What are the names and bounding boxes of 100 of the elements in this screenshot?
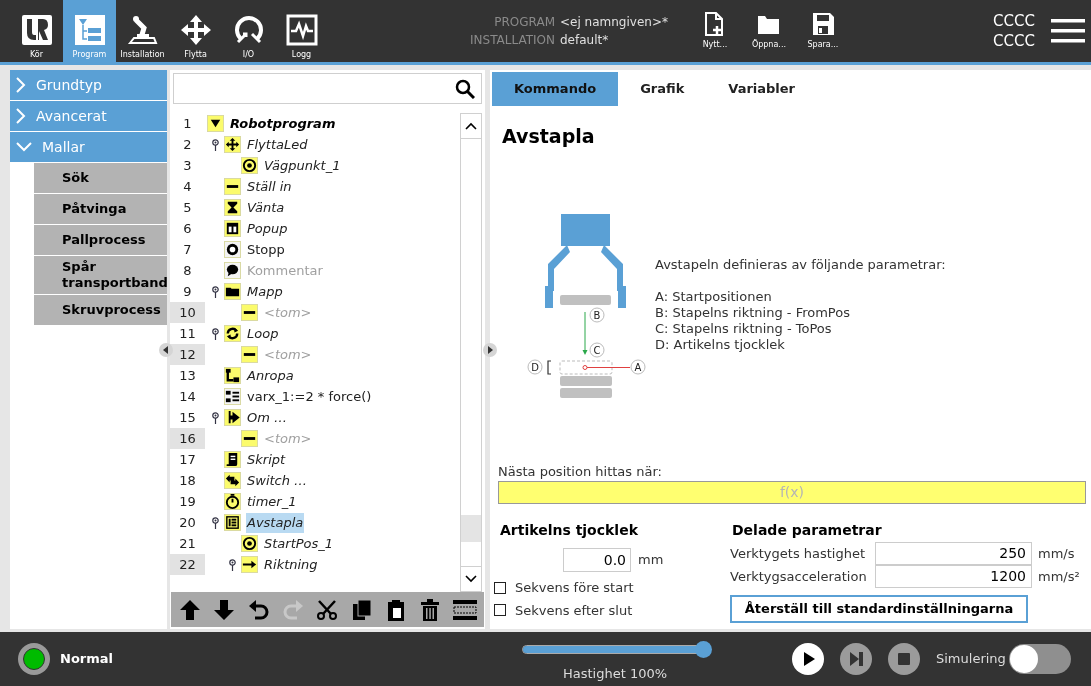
tree-node[interactable]: Loop xyxy=(246,323,280,344)
slider-thumb[interactable] xyxy=(695,640,712,658)
chevron-right-icon xyxy=(16,108,26,124)
line-number: 10 xyxy=(170,302,205,323)
simulation-label: Simulering xyxy=(936,650,1006,669)
tree-node[interactable]: Ställ in xyxy=(246,176,293,197)
template-item[interactable]: Påtvinga xyxy=(34,194,167,224)
tree-node[interactable]: Mapp xyxy=(246,281,284,302)
tree-node[interactable]: Anropa xyxy=(246,365,295,386)
tree-node[interactable]: Om … xyxy=(246,407,289,428)
menu-icon[interactable] xyxy=(1051,18,1085,44)
parameter-text: D: Artikelns tjocklek xyxy=(655,336,786,353)
stack-item xyxy=(560,375,612,386)
diagram-marker: C xyxy=(589,342,605,357)
tab[interactable]: Kommando xyxy=(492,72,619,106)
diagram-marker: D xyxy=(527,359,543,374)
thickness-heading: Artikelns tjocklek xyxy=(500,521,639,540)
target-icon xyxy=(241,157,258,174)
template-item[interactable]: Sök xyxy=(34,163,167,193)
folder-icon xyxy=(224,283,241,300)
tree-node[interactable]: Switch … xyxy=(246,470,309,491)
parameter-field[interactable]: 1200 xyxy=(875,565,1032,588)
command-title: Avstapla xyxy=(502,124,596,149)
tree-node[interactable]: Stopp xyxy=(246,239,286,260)
nav-tab[interactable]: Kör xyxy=(10,0,63,62)
tree-node[interactable]: varx_1:=2 * force() xyxy=(246,386,373,407)
io-icon xyxy=(232,14,265,46)
item-outline xyxy=(559,360,613,374)
reset-defaults-button[interactable]: Återställ till standardinställningarna xyxy=(730,595,1028,623)
tree-node[interactable]: Popup xyxy=(246,218,289,239)
checkbox[interactable] xyxy=(494,581,506,594)
unit-label: mm/s xyxy=(1038,544,1075,563)
loop-arrows-icon xyxy=(224,325,241,342)
diagram-marker: B xyxy=(589,307,605,322)
parameter-label: Verktygsacceleration xyxy=(730,567,868,586)
scrollbar[interactable] xyxy=(460,113,482,592)
condition-label: Nästa position hittas när: xyxy=(498,462,663,481)
chevron-right-icon xyxy=(16,77,26,93)
expand-pin-icon[interactable] xyxy=(212,516,219,529)
list-icon xyxy=(224,514,241,531)
expand-pin-icon[interactable] xyxy=(212,285,219,298)
checkbox[interactable] xyxy=(494,604,506,617)
template-item[interactable]: Spår transportband xyxy=(34,256,167,294)
call-icon xyxy=(224,367,241,384)
simulation-toggle[interactable] xyxy=(1008,644,1071,674)
thickness-field[interactable]: 0.0 xyxy=(563,548,631,572)
move-arrows-icon xyxy=(179,14,212,46)
tree-node[interactable]: Robotprogram xyxy=(229,113,337,134)
hourglass-icon xyxy=(224,199,241,216)
installation-name: default* xyxy=(560,32,609,49)
switch-arrows-icon xyxy=(224,472,241,489)
scroll-thumb[interactable] xyxy=(461,515,481,542)
nav-tab[interactable]: I/O xyxy=(222,0,275,62)
file-button[interactable]: Nytt... xyxy=(689,0,740,62)
parameter-text: A: Startpositionen xyxy=(655,288,773,305)
template-item[interactable]: Skruvprocess xyxy=(34,295,167,325)
nav-tab[interactable]: Installation xyxy=(116,0,169,62)
arrow-down-icon[interactable] xyxy=(212,597,237,622)
window-icon xyxy=(224,220,241,237)
target-icon xyxy=(241,535,258,552)
template-item[interactable]: Pallprocess xyxy=(34,225,167,255)
status-indicator xyxy=(18,643,50,675)
chevron-down-icon xyxy=(16,142,32,152)
branch-icon xyxy=(224,409,241,426)
parameter-label: Verktygets hastighet xyxy=(730,544,867,563)
play-button[interactable] xyxy=(792,643,824,675)
program-name: <ej namngiven>* xyxy=(560,14,668,31)
file-button[interactable]: Spara... xyxy=(797,0,848,62)
expand-pin-icon[interactable] xyxy=(212,327,219,340)
program-tree-icon xyxy=(73,14,106,46)
tree-node[interactable]: Vägpunkt_1 xyxy=(263,155,342,176)
chevron-down-icon xyxy=(465,575,477,583)
tree-node[interactable]: StartPos_1 xyxy=(263,533,335,554)
file-button[interactable]: Öppna... xyxy=(743,0,794,62)
tree-node[interactable]: Vänta xyxy=(246,197,286,218)
expand-pin-icon[interactable] xyxy=(212,411,219,424)
line-number: 16 xyxy=(170,428,205,449)
program-label: PROGRAM xyxy=(493,14,555,31)
thickness-bracket xyxy=(547,359,552,375)
shared-parameters-heading: Delade parametrar xyxy=(732,521,883,540)
expand-handle[interactable] xyxy=(483,343,497,357)
parameter-text: C: Stapelns riktning - ToPos xyxy=(655,320,833,337)
start-position-line xyxy=(582,364,631,370)
tree-node[interactable]: timer_1 xyxy=(246,491,298,512)
parameter-field[interactable]: 250 xyxy=(875,542,1032,565)
unit-label: mm xyxy=(638,551,664,570)
tree-node[interactable]: FlyttaLed xyxy=(246,134,309,155)
nav-tab[interactable]: Logg xyxy=(275,0,328,62)
tree-node[interactable]: Avstapla xyxy=(246,512,305,533)
tree-node[interactable]: Skript xyxy=(246,449,287,470)
graph-icon xyxy=(285,14,318,46)
tree-node[interactable]: Riktning xyxy=(263,554,319,575)
dashed-line-icon[interactable] xyxy=(452,597,477,622)
expand-pin-icon[interactable] xyxy=(212,138,219,151)
arrow-up-icon[interactable] xyxy=(178,597,203,622)
speech-bubble-icon xyxy=(224,262,241,279)
dash-icon xyxy=(241,430,258,447)
expand-pin-icon[interactable] xyxy=(229,558,236,571)
nav-tab[interactable]: Flytta xyxy=(169,0,222,62)
direction-arrow xyxy=(582,311,588,355)
